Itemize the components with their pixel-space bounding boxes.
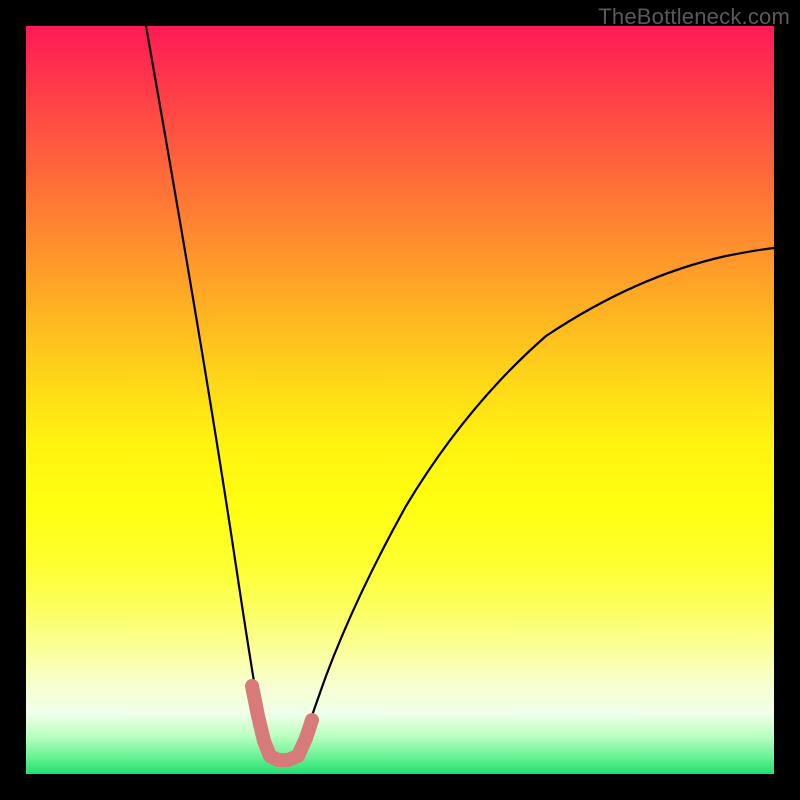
curves-svg [26,26,774,774]
right-curve [298,248,774,758]
watermark-text: TheBottleneck.com [598,4,790,30]
left-curve [146,26,274,758]
chart-frame: TheBottleneck.com [0,0,800,800]
highlight-segment [252,686,312,760]
plot-area [26,26,774,774]
